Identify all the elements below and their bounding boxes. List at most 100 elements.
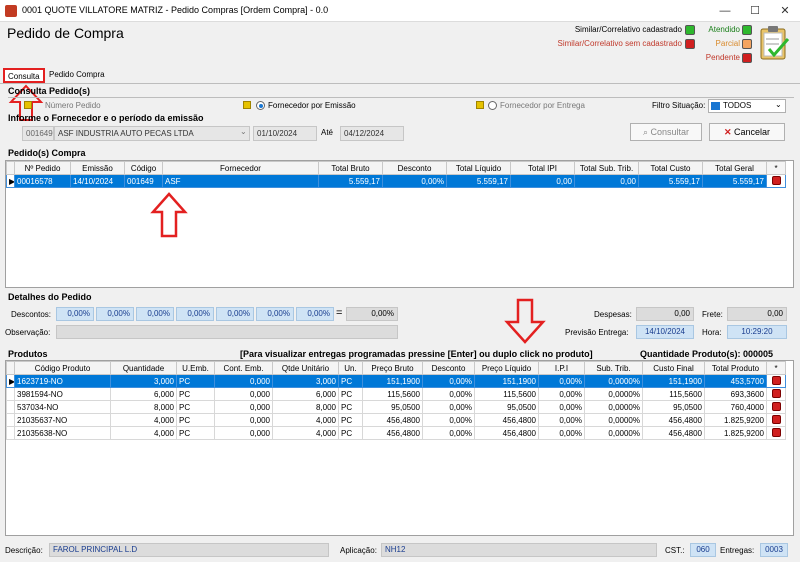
- cell-sub-trib: 0,0000%: [584, 387, 643, 401]
- detalhes-section-title: Detalhes do Pedido: [8, 292, 92, 302]
- desconto-field-2[interactable]: 0,00%: [96, 307, 134, 321]
- cell-total-produto: 453,5700: [704, 374, 767, 388]
- cell-quantidade: 3,000: [110, 374, 177, 388]
- radio-fornecedor-entrega[interactable]: [488, 101, 497, 110]
- row-indicator: [6, 413, 15, 427]
- fornecedor-code-field[interactable]: 001649: [22, 126, 54, 141]
- cell-total-produto: 760,4000: [704, 400, 767, 414]
- desconto-field-3[interactable]: 0,00%: [136, 307, 174, 321]
- red-arrow-down-icon: [503, 298, 547, 344]
- col-prod-status[interactable]: *: [766, 361, 786, 375]
- cell-un: PC: [338, 400, 363, 414]
- pedidos-grid[interactable]: Nº Pedido Emissão Código Fornecedor Tota…: [5, 160, 794, 288]
- col-desconto-prod[interactable]: Desconto: [422, 361, 475, 375]
- col-preco-liquido[interactable]: Preço Líquido: [474, 361, 539, 375]
- col-total-liquido[interactable]: Total Líquido: [446, 161, 511, 175]
- cell-total-bruto: 5.559,17: [318, 174, 383, 188]
- cell-custo-final: 456,4800: [642, 426, 705, 440]
- desconto-field-1[interactable]: 0,00%: [56, 307, 94, 321]
- cell-preco-bruto: 95,0500: [362, 400, 423, 414]
- observacao-field[interactable]: [56, 325, 398, 339]
- desconto-field-6[interactable]: 0,00%: [256, 307, 294, 321]
- table-row[interactable]: 21035638-NO 4,000 PC 0,000 4,000 PC 456,…: [6, 426, 786, 440]
- produtos-section-title: Produtos: [8, 349, 48, 359]
- cell-cont-emb: 0,000: [214, 413, 273, 427]
- radio-numero-label[interactable]: Número Pedido: [45, 101, 101, 110]
- cell-un: PC: [338, 426, 363, 440]
- col-ipi[interactable]: I.P.I: [538, 361, 585, 375]
- table-row[interactable]: ▶ 1623719-NO 3,000 PC 0,000 3,000 PC 151…: [6, 374, 786, 388]
- tab-pedido-compra[interactable]: Pedido Compra: [46, 68, 108, 83]
- produtos-grid[interactable]: Código Produto Quantidade U.Emb. Cont. E…: [5, 360, 794, 536]
- col-total-sub-trib[interactable]: Total Sub. Trib.: [574, 161, 639, 175]
- radio-emissao-label[interactable]: Fornecedor por Emissão: [268, 101, 356, 110]
- cst-field[interactable]: 060: [690, 543, 716, 557]
- despesas-field[interactable]: 0,00: [636, 307, 694, 321]
- aplicacao-field[interactable]: NH12: [381, 543, 657, 557]
- cell-ipi: 0,00%: [538, 400, 585, 414]
- fornecedor-chevron-icon[interactable]: ⌄: [240, 127, 247, 136]
- filtro-situacao-select[interactable]: TODOS ⌄: [708, 99, 786, 113]
- filtro-arrow-icon: [711, 102, 720, 110]
- table-row[interactable]: 537034-NO 8,000 PC 0,000 8,000 PC 95,050…: [6, 400, 786, 414]
- close-button[interactable]: ✕: [770, 2, 800, 20]
- cell-ipi: 0,00%: [538, 374, 585, 388]
- maximize-button[interactable]: ☐: [740, 2, 770, 20]
- table-row[interactable]: 21035637-NO 4,000 PC 0,000 4,000 PC 456,…: [6, 413, 786, 427]
- status-cell: [766, 400, 786, 414]
- table-row[interactable]: 3981594-NO 6,000 PC 0,000 6,000 PC 115,5…: [6, 387, 786, 401]
- pendente-square: [742, 53, 752, 63]
- fornecedor-name-field[interactable]: ASF INDUSTRIA AUTO PECAS LTDA: [54, 126, 250, 141]
- col-total-geral[interactable]: Total Geral: [702, 161, 767, 175]
- previsao-field[interactable]: 14/10/2024: [636, 325, 694, 339]
- entregas-field[interactable]: 0003: [760, 543, 788, 557]
- col-emissao[interactable]: Emissão: [70, 161, 125, 175]
- pedidos-header-row: Nº Pedido Emissão Código Fornecedor Tota…: [6, 161, 786, 175]
- col-fornecedor[interactable]: Fornecedor: [162, 161, 319, 175]
- consultar-button[interactable]: ⌕ Consultar: [630, 123, 702, 141]
- cell-quantidade: 8,000: [110, 400, 177, 414]
- frete-field[interactable]: 0,00: [727, 307, 787, 321]
- col-qtde-unitario[interactable]: Qtde Unitário: [272, 361, 339, 375]
- col-total-custo[interactable]: Total Custo: [638, 161, 703, 175]
- radio-entrega-label[interactable]: Fornecedor por Entrega: [500, 101, 585, 110]
- cell-codigo: 001649: [124, 174, 163, 188]
- col-sub-trib[interactable]: Sub. Trib.: [584, 361, 643, 375]
- cell-cont-emb: 0,000: [214, 387, 273, 401]
- col-numero[interactable]: Nº Pedido: [14, 161, 71, 175]
- cell-preco-liquido: 115,5600: [474, 387, 539, 401]
- quantidade-produtos-label: Quantidade Produto(s): 000005: [640, 349, 774, 359]
- date-to-field[interactable]: 04/12/2024: [340, 126, 404, 141]
- tab-consulta[interactable]: Consulta: [3, 68, 45, 83]
- cell-codigo-produto: 21035637-NO: [14, 413, 111, 427]
- col-uemb[interactable]: U.Emb.: [176, 361, 215, 375]
- desconto-field-7[interactable]: 0,00%: [296, 307, 334, 321]
- legend-similar-sem-label: Similar/Correlativo sem cadastrado: [557, 39, 683, 48]
- col-desconto[interactable]: Desconto: [382, 161, 447, 175]
- descricao-field[interactable]: FAROL PRINCIPAL L.D: [49, 543, 329, 557]
- date-from-field[interactable]: 01/10/2024: [253, 126, 317, 141]
- desconto-field-4[interactable]: 0,00%: [176, 307, 214, 321]
- app-icon: [5, 5, 17, 17]
- col-preco-bruto[interactable]: Preço Bruto: [362, 361, 423, 375]
- col-cont-emb[interactable]: Cont. Emb.: [214, 361, 273, 375]
- status-cell: [766, 374, 786, 388]
- hora-field[interactable]: 10:29:20: [727, 325, 787, 339]
- desconto-field-5[interactable]: 0,00%: [216, 307, 254, 321]
- col-status[interactable]: *: [766, 161, 786, 175]
- col-un[interactable]: Un.: [338, 361, 363, 375]
- col-total-bruto[interactable]: Total Bruto: [318, 161, 383, 175]
- col-quantidade[interactable]: Quantidade: [110, 361, 177, 375]
- col-total-ipi[interactable]: Total IPI: [510, 161, 575, 175]
- col-codigo-produto[interactable]: Código Produto: [14, 361, 111, 375]
- radio-fornecedor-emissao[interactable]: [256, 101, 265, 110]
- cancelar-button[interactable]: ✕ Cancelar: [709, 123, 785, 141]
- cell-codigo-produto: 21035638-NO: [14, 426, 111, 440]
- descontos-total-field: 0,00%: [346, 307, 398, 321]
- atendido-square: [742, 25, 752, 35]
- minimize-button[interactable]: —: [710, 2, 740, 20]
- col-codigo[interactable]: Código: [124, 161, 163, 175]
- table-row[interactable]: ▶ 00016578 14/10/2024 001649 ASF 5.559,1…: [6, 174, 786, 188]
- col-total-produto[interactable]: Total Produto: [704, 361, 767, 375]
- col-custo-final[interactable]: Custo Final: [642, 361, 705, 375]
